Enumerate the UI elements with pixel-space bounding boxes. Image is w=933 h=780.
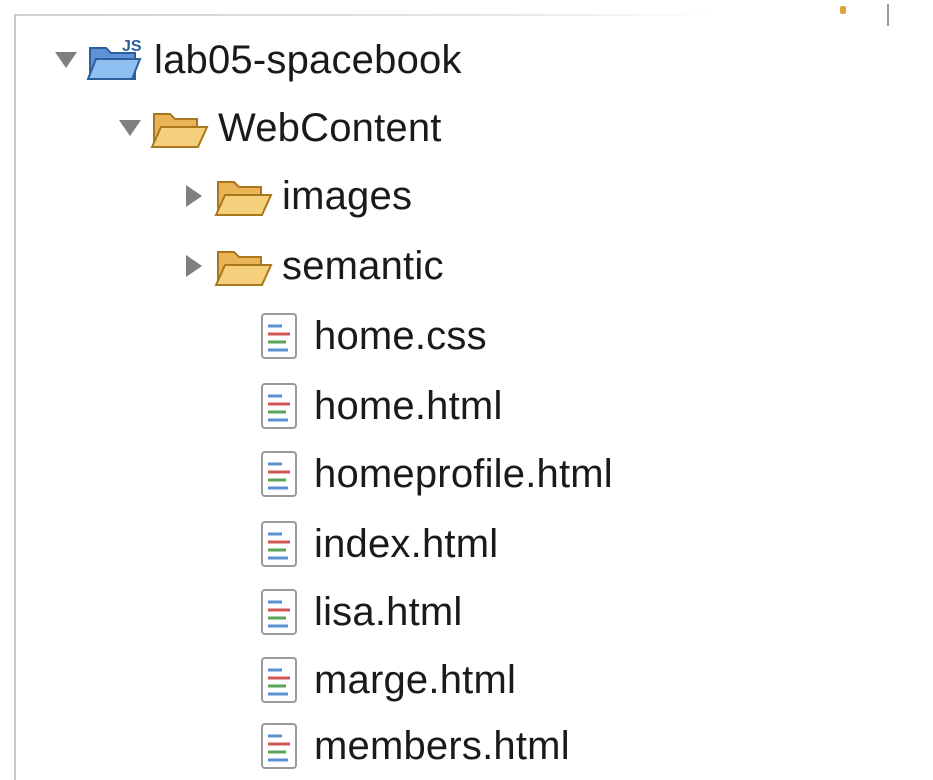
tree-item-file[interactable]: marge.html <box>212 646 516 714</box>
tree-item-label: home.css <box>314 313 487 358</box>
chevron-down-icon[interactable] <box>119 120 141 136</box>
file-icon <box>244 448 308 500</box>
expand-toggle[interactable] <box>180 176 208 216</box>
tree-item-file[interactable]: members.html <box>212 712 570 780</box>
tree-item-folder-semantic[interactable]: semantic <box>180 232 444 300</box>
folder-icon <box>212 170 276 222</box>
tree-item-label: marge.html <box>314 657 517 702</box>
file-icon <box>244 586 308 638</box>
tree-item-label: images <box>282 173 413 218</box>
file-icon <box>244 310 308 362</box>
expand-toggle[interactable] <box>180 246 208 286</box>
tree-item-label: lab05-spacebook <box>154 37 462 82</box>
file-icon <box>244 654 308 706</box>
svg-text:JS: JS <box>122 38 142 55</box>
tree-item-file[interactable]: index.html <box>212 510 498 578</box>
file-icon <box>244 380 308 432</box>
tree-item-label: WebContent <box>218 105 442 150</box>
tree-item-label: home.html <box>314 383 503 428</box>
file-icon <box>244 518 308 570</box>
chevron-right-icon[interactable] <box>186 255 202 277</box>
tree-item-file[interactable]: lisa.html <box>212 578 463 646</box>
chevron-down-icon[interactable] <box>55 52 77 68</box>
tree-item-folder-images[interactable]: images <box>180 162 412 230</box>
file-icon <box>244 720 308 772</box>
tree-item-file[interactable]: homeprofile.html <box>212 440 613 508</box>
tree-item-label: lisa.html <box>314 589 463 634</box>
tree-item-label: homeprofile.html <box>314 451 613 496</box>
tree-item-file[interactable]: home.css <box>212 302 487 370</box>
tree-item-webcontent[interactable]: WebContent <box>116 94 442 162</box>
folder-open-icon <box>148 102 212 154</box>
chevron-right-icon[interactable] <box>186 185 202 207</box>
tree-item-label: members.html <box>314 723 570 768</box>
expand-toggle[interactable] <box>52 40 80 80</box>
tree-item-label: index.html <box>314 521 499 566</box>
folder-icon <box>212 240 276 292</box>
expand-toggle[interactable] <box>116 108 144 148</box>
tree-item-file[interactable]: home.html <box>212 372 503 440</box>
tree-item-label: semantic <box>282 243 444 288</box>
tree-item-project[interactable]: JS lab05-spacebook <box>52 26 462 94</box>
project-folder-icon: JS <box>84 34 148 86</box>
project-explorer-tree: JS lab05-spacebook WebContent images sem… <box>0 0 933 780</box>
